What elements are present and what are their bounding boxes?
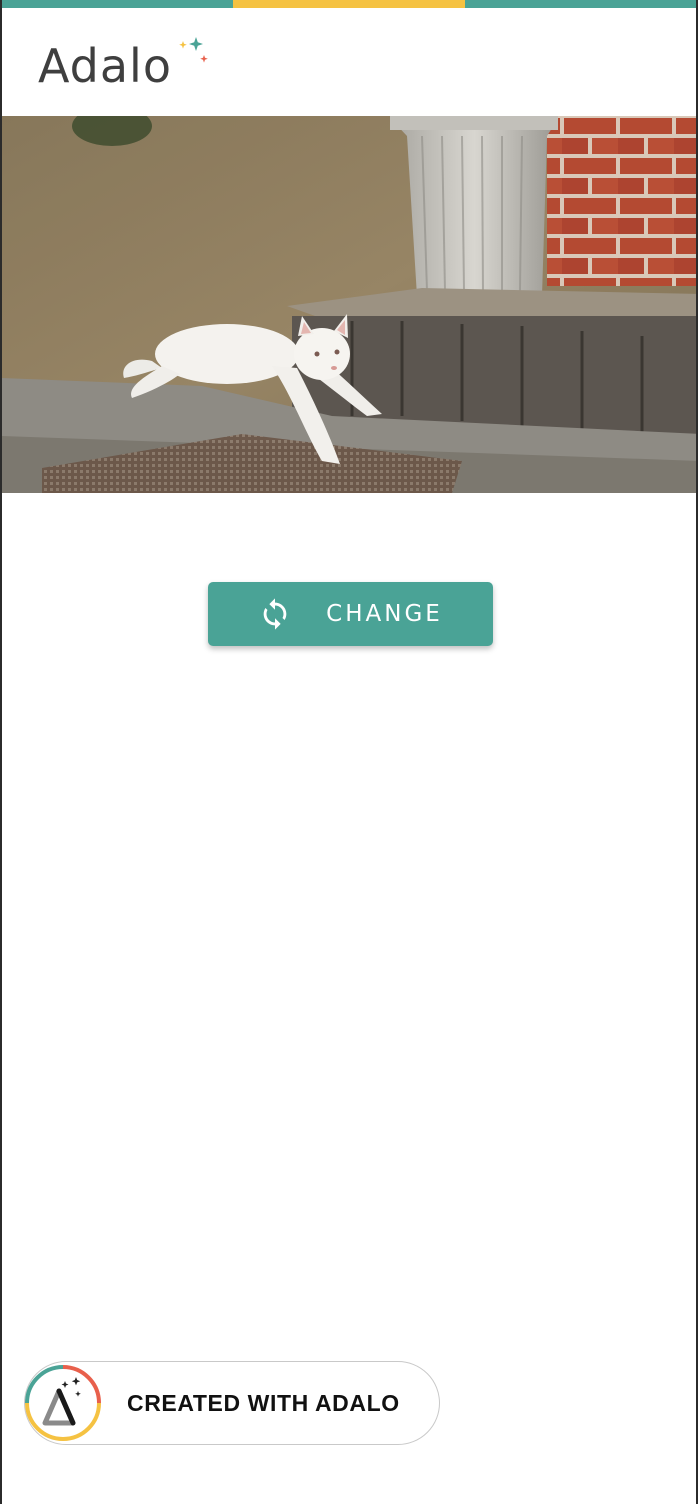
change-button[interactable]: CHANGE — [208, 582, 493, 646]
hero-image — [2, 116, 696, 493]
adalo-logo: Adalo — [38, 37, 208, 90]
logo-wordmark: Adalo — [38, 39, 172, 90]
strip-segment-middle — [233, 0, 465, 8]
adalo-badge-icon — [25, 1365, 101, 1441]
strip-segment-right — [464, 0, 696, 8]
app-frame: Adalo CHANGE CREATED WITH ADALO — [0, 0, 698, 1504]
created-with-adalo-badge[interactable]: CREATED WITH ADALO — [24, 1361, 440, 1445]
badge-label: CREATED WITH ADALO — [127, 1389, 400, 1416]
strip-segment-left — [2, 0, 234, 8]
top-color-strip — [2, 0, 696, 8]
change-button-label: CHANGE — [326, 601, 443, 627]
app-header: Adalo — [2, 8, 696, 116]
refresh-icon — [258, 597, 292, 631]
